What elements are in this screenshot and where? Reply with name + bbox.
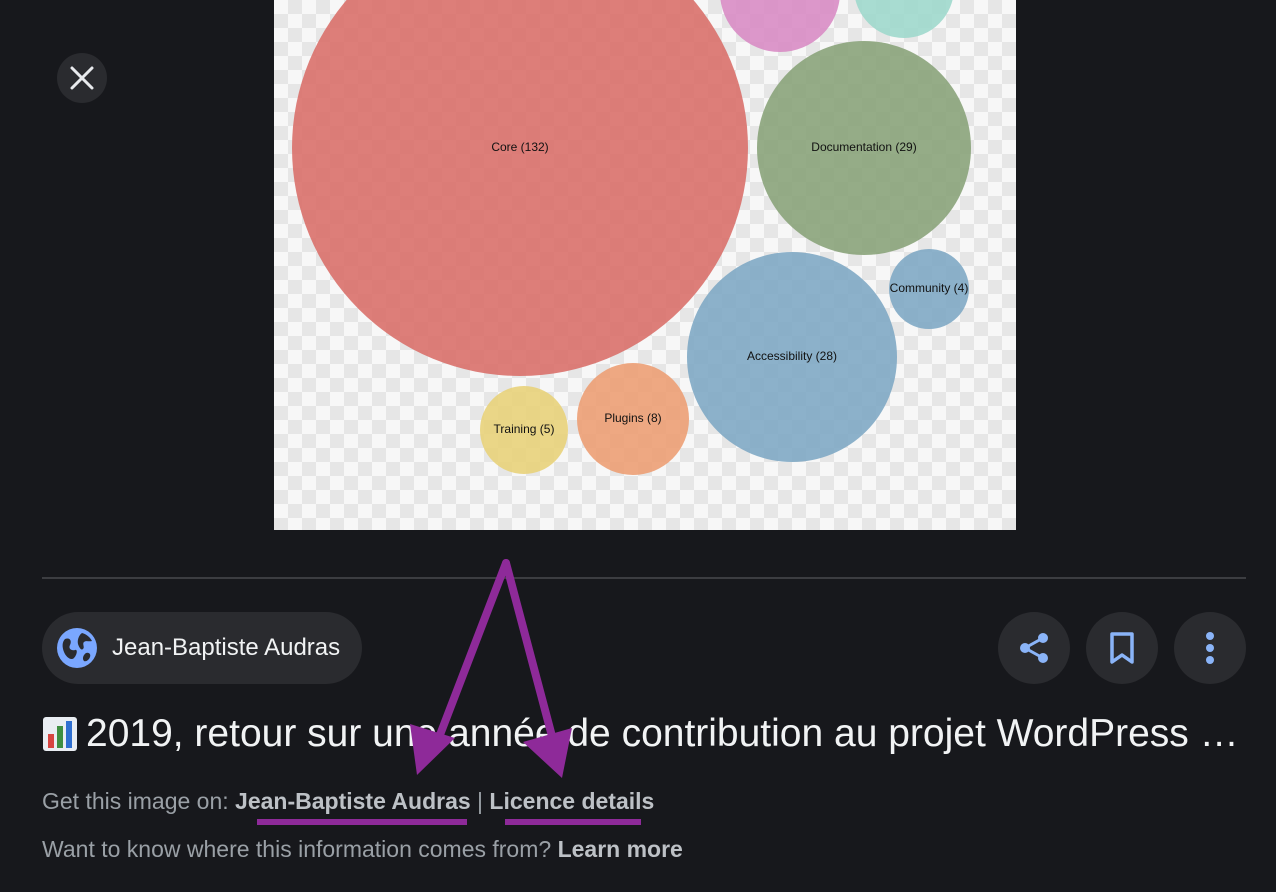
licence-details-link[interactable]: Licence details xyxy=(489,788,654,814)
globe-icon xyxy=(57,628,97,668)
source-name: Jean-Baptiste Audras xyxy=(112,634,341,661)
info-line: Want to know where this information come… xyxy=(42,836,683,863)
learn-more-link[interactable]: Learn more xyxy=(558,836,683,862)
bubble-label: Community (4) xyxy=(890,281,969,295)
bubble-label: Plugins (8) xyxy=(604,411,661,425)
bubble xyxy=(720,0,840,52)
annotation-arrows xyxy=(257,559,641,825)
close-icon xyxy=(70,66,94,90)
source-site-link[interactable]: Jean-Baptiste Audras xyxy=(235,788,471,814)
share-icon xyxy=(1020,633,1048,663)
bubble xyxy=(292,0,748,376)
save-button[interactable] xyxy=(1086,612,1158,684)
bubble-label: Accessibility (28) xyxy=(747,349,837,363)
bar-chart-icon xyxy=(43,717,77,751)
image-preview[interactable]: Core (132) Documentation (29) Accessibilit… xyxy=(274,0,1016,530)
get-image-prefix: Get this image on: xyxy=(42,788,229,814)
underline xyxy=(505,819,641,825)
share-button[interactable] xyxy=(998,612,1070,684)
bubble-label: Documentation (29) xyxy=(811,140,916,154)
get-image-line: Get this image on: Jean-Baptiste Audras … xyxy=(42,788,654,815)
bookmark-icon xyxy=(1110,632,1134,664)
bubble xyxy=(855,0,953,38)
bubble-label: Training (5) xyxy=(494,422,555,436)
close-button[interactable] xyxy=(57,53,107,103)
bubble-label: Core (132) xyxy=(491,140,548,154)
more-vert-icon xyxy=(1206,632,1214,664)
source-chip[interactable]: Jean-Baptiste Audras xyxy=(42,612,362,684)
divider xyxy=(42,577,1246,579)
separator: | xyxy=(477,788,484,814)
info-text: Want to know where this information come… xyxy=(42,836,552,862)
title-text: 2019, retour sur une année de contributi… xyxy=(86,712,1239,755)
more-options-button[interactable] xyxy=(1174,612,1246,684)
bubble-chart: Core (132) Documentation (29) Accessibilit… xyxy=(292,0,971,475)
underline xyxy=(257,819,467,825)
image-title[interactable]: 2019, retour sur une année de contributi… xyxy=(42,712,1252,756)
